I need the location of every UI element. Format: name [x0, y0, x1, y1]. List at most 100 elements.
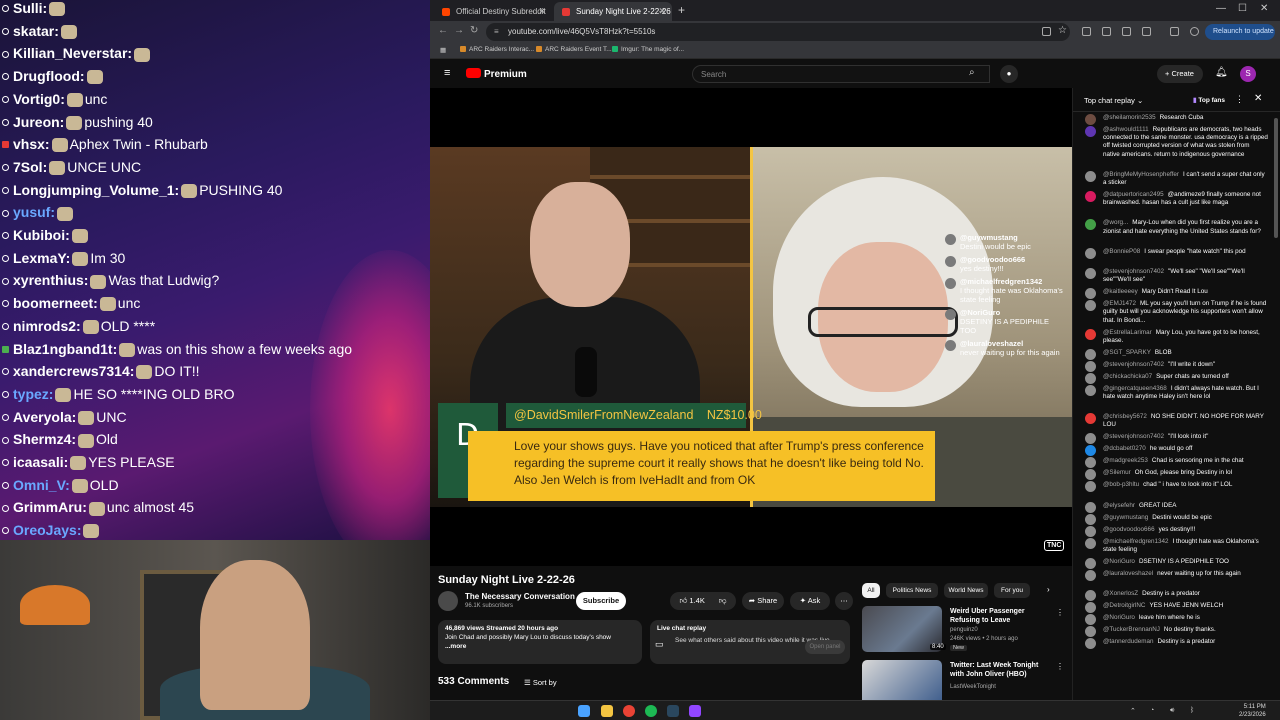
tray-chevron-icon[interactable]: ⌃ [1130, 707, 1136, 715]
share-button[interactable]: ➦ Share [742, 592, 784, 610]
sort-by-button[interactable]: ☰ Sort by [524, 678, 557, 687]
chat-author[interactable]: @datpuertorican2495 [1103, 191, 1164, 198]
chat-message[interactable]: @chrisbey5672 NO SHE DIDN'T. NO HOPE FOR … [1084, 413, 1268, 429]
notifications-bell-icon[interactable]: 🔔︎ [1215, 67, 1228, 78]
avatar[interactable] [1085, 602, 1096, 613]
chat-message[interactable]: @chickachicka07 Super chats are turned of… [1084, 372, 1268, 384]
spotify-icon[interactable] [645, 705, 657, 717]
avatar[interactable] [1085, 114, 1096, 125]
tab-youtube-video[interactable]: Sunday Night Live 2-22-26 ✕ [554, 2, 672, 21]
chat-message[interactable]: @DetroitgirlNC YES HAVE JENN WELCH [1084, 602, 1268, 613]
close-window-button[interactable]: ✕ [1260, 3, 1268, 14]
recommended-title[interactable]: Twitter: Last Week Tonight with John Oli… [950, 661, 1052, 679]
account-avatar[interactable]: S [1240, 66, 1256, 82]
chat-author[interactable]: @EstrellaLarimar [1103, 329, 1152, 336]
avatar[interactable] [1085, 268, 1096, 279]
avatar[interactable] [1085, 590, 1096, 601]
avatar[interactable] [1085, 569, 1096, 581]
avatar[interactable] [1085, 219, 1096, 231]
chat-message[interactable]: @datpuertorican2495 @andimeze9 finally so… [1084, 191, 1268, 207]
chat-author[interactable]: @elysefehr [1103, 502, 1135, 509]
chat-author[interactable]: @NoriGuro [1103, 558, 1135, 565]
forward-icon[interactable]: → [454, 25, 464, 36]
more-actions-button[interactable]: ⋯ [835, 592, 853, 610]
chat-author[interactable]: @michaelfredgren1342 [1103, 538, 1169, 545]
chat-message[interactable]: @stevenjohnson7402 "I'll write it down" [1084, 360, 1268, 372]
more-options-icon[interactable]: ⋮ [1056, 608, 1064, 617]
ask-button[interactable]: ✦ Ask [790, 592, 830, 610]
menu-icon[interactable]: ≡ [444, 67, 450, 79]
channel-avatar[interactable] [438, 591, 458, 611]
avatar[interactable] [1085, 433, 1096, 445]
close-tab-icon[interactable]: ✕ [538, 6, 546, 17]
avatar[interactable] [1085, 360, 1096, 372]
sidebar-icon[interactable] [1170, 27, 1179, 36]
chat-author[interactable]: @guywmustang [1103, 514, 1148, 521]
avatar[interactable] [1085, 413, 1096, 425]
chat-author[interactable]: @kaitleeeey [1103, 288, 1138, 295]
chat-author[interactable]: @DetroitgirlNC [1103, 602, 1145, 609]
avatar[interactable] [1085, 445, 1096, 457]
chat-message[interactable]: @dcbabet0270 he would go off [1084, 445, 1268, 457]
avatar[interactable] [1085, 384, 1096, 396]
microphone-icon[interactable]: ● [1000, 65, 1018, 83]
obs-icon[interactable] [689, 705, 701, 717]
chat-message[interactable]: @NoriGuro DSETINY IS A PEDIPHILE TOO [1084, 557, 1268, 569]
chat-message[interactable]: @gingercatqueen4368 I didn't always hate … [1084, 384, 1268, 401]
minimize-button[interactable]: — [1216, 3, 1226, 14]
maximize-button[interactable]: ☐ [1238, 3, 1247, 14]
chat-author[interactable]: @stevenjohnson7402 [1103, 433, 1164, 440]
chat-message[interactable]: @bob-p3hltu chad " i have to look into it… [1084, 481, 1268, 493]
chat-author[interactable]: @gingercatqueen4368 [1103, 385, 1167, 392]
chip-world-news[interactable]: World News [944, 583, 988, 598]
chat-message[interactable]: @sheilamorin2535 Research Cuba [1084, 114, 1268, 125]
avatar[interactable] [1085, 170, 1096, 182]
chat-message[interactable]: @stevenjohnson7402 "I'll look into it" [1084, 433, 1268, 445]
chat-message[interactable]: @elysefehr GREAT IDEA [1084, 501, 1268, 513]
chat-author[interactable]: @chickachicka07 [1103, 373, 1152, 380]
chat-message[interactable]: @EMJ1472 ML you say you'll turn on Trump … [1084, 300, 1268, 325]
chat-message[interactable]: @kaitleeeey Mary Didn't Read It Lou [1084, 288, 1268, 300]
more-options-icon[interactable]: ⋮ [1056, 662, 1064, 671]
site-info-icon[interactable]: ≡ [494, 27, 499, 36]
extension-icon[interactable] [1142, 27, 1151, 36]
avatar[interactable] [1085, 525, 1096, 537]
chat-message[interactable]: @guywmustang Destini would be epic [1084, 513, 1268, 525]
chat-mode-dropdown[interactable]: Top chat replay ⌄ [1084, 96, 1143, 105]
relaunch-button[interactable]: Relaunch to update [1205, 24, 1275, 40]
avatar[interactable] [1085, 614, 1096, 625]
bookmark-arc-raiders-event[interactable]: ARC Raiders Event T... [536, 46, 612, 53]
dislike-icon[interactable]: 👎︎ [719, 596, 727, 605]
bookmark-star-icon[interactable]: ☆ [1058, 25, 1067, 36]
avatar[interactable] [1085, 513, 1096, 525]
chat-author[interactable]: @stevenjohnson7402 [1103, 268, 1164, 275]
avatar[interactable] [1085, 328, 1096, 340]
url-field[interactable]: ≡ youtube.com/live/46Q5VsT8Hzk?t=5510s [486, 23, 1070, 41]
avatar[interactable] [1085, 557, 1096, 569]
bookmark-imgur[interactable]: Imgur: The magic of... [612, 46, 684, 53]
chat-author[interactable]: @worg... [1103, 219, 1128, 226]
chat-message[interactable]: @lauraloveshazel never waiting up for thi… [1084, 569, 1268, 581]
chat-author[interactable]: @SGT_SPARKY [1103, 349, 1151, 356]
chat-message[interactable]: @stevenjohnson7402 "We'll see" "We'll see… [1084, 268, 1268, 284]
chat-author[interactable]: @NoriGuro [1103, 614, 1135, 621]
chat-message[interactable]: @XonerlosZ Destiny is a predator [1084, 590, 1268, 601]
top-fans-button[interactable]: ▮ Top fans [1193, 96, 1225, 104]
chat-author[interactable]: @Silemur [1103, 469, 1131, 476]
avatar[interactable] [1085, 469, 1096, 481]
description-box[interactable]: 46,869 views Streamed 20 hours ago Join … [438, 620, 642, 664]
reload-icon[interactable]: ↻ [470, 25, 478, 36]
bluetooth-icon[interactable]: ᛒ [1190, 707, 1194, 714]
chat-message[interactable]: @BringMeMyHosenpheffer I can't send a sup… [1084, 170, 1268, 187]
recommended-video[interactable]: 8:40 Weird Uber Passenger Refusing to Le… [862, 606, 1064, 654]
chat-message[interactable]: @ashwould1111 Republicans are democrats, … [1084, 126, 1268, 159]
create-button[interactable]: + Create [1157, 65, 1203, 83]
chat-author[interactable]: @BringMeMyHosenpheffer [1103, 171, 1179, 178]
avatar[interactable] [1085, 537, 1096, 549]
chip-politics-news[interactable]: Politics News [886, 583, 938, 598]
apps-icon[interactable]: ▦ [440, 46, 446, 54]
chat-message[interactable]: @SGT_SPARKY BLOB [1084, 348, 1268, 360]
chat-message[interactable]: @EstrellaLarimar Mary Lou, you have got t… [1084, 328, 1268, 345]
like-dislike-group[interactable]: 👍︎ 1.4K 👎︎ [670, 592, 736, 610]
video-player[interactable]: @guywmustang Destini would be epic @goodvo… [430, 88, 1072, 566]
